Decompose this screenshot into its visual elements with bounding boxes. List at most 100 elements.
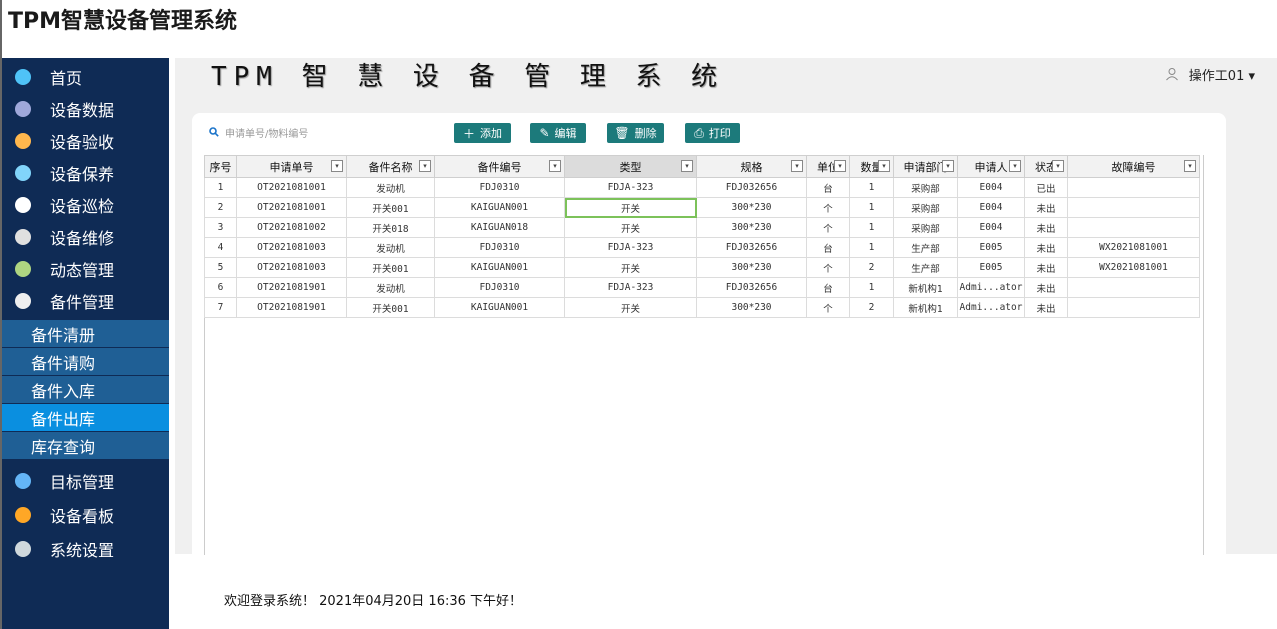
- table-cell[interactable]: OT2021081002: [236, 217, 347, 238]
- table-cell[interactable]: [1067, 277, 1200, 298]
- add-button[interactable]: ＋添加: [454, 123, 511, 143]
- filter-dropdown-icon[interactable]: ▾: [878, 160, 890, 172]
- table-cell[interactable]: 生产部: [893, 237, 958, 258]
- table-cell[interactable]: 生产部: [893, 257, 958, 278]
- table-cell[interactable]: KAIGUAN001: [434, 197, 565, 218]
- table-cell[interactable]: 采购部: [893, 197, 958, 218]
- table-cell[interactable]: 未出: [1024, 237, 1068, 258]
- table-cell[interactable]: 开关001: [346, 257, 435, 278]
- table-cell[interactable]: OT2021081003: [236, 237, 347, 258]
- table-cell[interactable]: 3: [204, 217, 237, 238]
- sidebar-subitem-4[interactable]: 备件出库: [2, 404, 169, 431]
- table-cell[interactable]: WX2021081001: [1067, 257, 1200, 278]
- sidebar-item-bottom-2[interactable]: 设备看板: [2, 499, 169, 530]
- table-cell[interactable]: 4: [204, 237, 237, 258]
- column-header[interactable]: 申请部门 ▾: [893, 155, 958, 178]
- table-cell[interactable]: 未出: [1024, 297, 1068, 318]
- table-row[interactable]: 3 OT2021081002 开关018 KAIGUAN018 开关 300*230 个 1 采…: [204, 217, 1200, 238]
- sidebar-subitem-5[interactable]: 库存查询: [2, 432, 169, 459]
- column-header[interactable]: 类型 ▾: [564, 155, 697, 178]
- table-cell[interactable]: OT2021081001: [236, 177, 347, 198]
- table-cell[interactable]: 发动机: [346, 177, 435, 198]
- table-cell[interactable]: 300*230: [696, 257, 807, 278]
- filter-dropdown-icon[interactable]: ▾: [791, 160, 803, 172]
- table-cell[interactable]: 新机构1: [893, 297, 958, 318]
- table-cell[interactable]: FDJ032656: [696, 237, 807, 258]
- sidebar-item-1[interactable]: 首页: [2, 61, 169, 92]
- table-cell[interactable]: Admi...ator: [957, 297, 1025, 318]
- table-cell[interactable]: 5: [204, 257, 237, 278]
- table-cell[interactable]: 开关: [564, 257, 697, 278]
- filter-dropdown-icon[interactable]: ▾: [942, 160, 954, 172]
- table-cell[interactable]: [1067, 217, 1200, 238]
- table-cell[interactable]: OT2021081003: [236, 257, 347, 278]
- table-cell[interactable]: FDJA-323: [564, 177, 697, 198]
- table-cell[interactable]: KAIGUAN001: [434, 297, 565, 318]
- sidebar-item-bottom-1[interactable]: 目标管理: [2, 465, 169, 496]
- table-cell[interactable]: E004: [957, 197, 1025, 218]
- table-cell[interactable]: WX2021081001: [1067, 237, 1200, 258]
- table-cell[interactable]: E004: [957, 217, 1025, 238]
- column-header[interactable]: 备件名称 ▾: [346, 155, 435, 178]
- table-cell[interactable]: 2: [849, 297, 894, 318]
- table-cell[interactable]: 1: [849, 237, 894, 258]
- table-cell[interactable]: 开关001: [346, 197, 435, 218]
- table-row[interactable]: 7 OT2021081901 开关001 KAIGUAN001 开关 300*230 个 2 新…: [204, 297, 1200, 318]
- table-cell[interactable]: 开关001: [346, 297, 435, 318]
- table-cell[interactable]: 1: [849, 277, 894, 298]
- table-cell[interactable]: 300*230: [696, 217, 807, 238]
- table-cell[interactable]: E004: [957, 177, 1025, 198]
- table-cell[interactable]: FDJ032656: [696, 277, 807, 298]
- filter-dropdown-icon[interactable]: ▾: [549, 160, 561, 172]
- table-cell[interactable]: 台: [806, 277, 850, 298]
- table-cell[interactable]: 台: [806, 177, 850, 198]
- table-cell[interactable]: 采购部: [893, 217, 958, 238]
- sidebar-subitem-1[interactable]: 备件清册: [2, 320, 169, 347]
- table-cell[interactable]: 开关: [564, 217, 697, 238]
- table-cell[interactable]: 开关: [564, 297, 697, 318]
- delete-button[interactable]: 🗑 删除: [607, 123, 664, 143]
- table-cell[interactable]: Admi...ator: [957, 277, 1025, 298]
- column-header[interactable]: 申请单号 ▾: [236, 155, 347, 178]
- filter-dropdown-icon[interactable]: ▾: [419, 160, 431, 172]
- table-cell[interactable]: 个: [806, 297, 850, 318]
- table-cell[interactable]: 个: [806, 197, 850, 218]
- column-header[interactable]: 单位 ▾: [806, 155, 850, 178]
- column-header[interactable]: 序号: [204, 155, 237, 178]
- table-cell[interactable]: OT2021081901: [236, 277, 347, 298]
- sidebar-subitem-3[interactable]: 备件入库: [2, 376, 169, 403]
- table-cell[interactable]: 发动机: [346, 237, 435, 258]
- filter-dropdown-icon[interactable]: ▾: [1009, 160, 1021, 172]
- table-cell[interactable]: 1: [849, 197, 894, 218]
- table-cell[interactable]: 2: [204, 197, 237, 218]
- table-cell[interactable]: 未出: [1024, 257, 1068, 278]
- sidebar-item-5[interactable]: 设备巡检: [2, 189, 169, 220]
- table-row[interactable]: 1 OT2021081001 发动机 FDJ0310 FDJA-323 FDJ032656…: [204, 177, 1200, 198]
- table-row[interactable]: 4 OT2021081003 发动机 FDJ0310 FDJA-323 FDJ032656…: [204, 237, 1200, 258]
- sidebar-item-4[interactable]: 设备保养: [2, 157, 169, 188]
- table-cell[interactable]: 开关: [564, 197, 697, 218]
- table-cell[interactable]: 采购部: [893, 177, 958, 198]
- table-cell[interactable]: 发动机: [346, 277, 435, 298]
- table-cell[interactable]: [1067, 197, 1200, 218]
- table-cell[interactable]: 未出: [1024, 277, 1068, 298]
- table-cell[interactable]: E005: [957, 257, 1025, 278]
- column-header[interactable]: 申请人 ▾: [957, 155, 1025, 178]
- table-cell[interactable]: 6: [204, 277, 237, 298]
- filter-dropdown-icon[interactable]: ▾: [1184, 160, 1196, 172]
- sidebar-item-bottom-3[interactable]: 系统设置: [2, 533, 169, 564]
- table-cell[interactable]: KAIGUAN018: [434, 217, 565, 238]
- table-cell[interactable]: FDJA-323: [564, 237, 697, 258]
- table-cell[interactable]: 1: [849, 177, 894, 198]
- column-header[interactable]: 故障编号 ▾: [1067, 155, 1200, 178]
- table-row[interactable]: 2 OT2021081001 开关001 KAIGUAN001 开关 300*230 个 1 采…: [204, 197, 1200, 218]
- table-cell[interactable]: 个: [806, 217, 850, 238]
- filter-dropdown-icon[interactable]: ▾: [681, 160, 693, 172]
- table-cell[interactable]: 1: [204, 177, 237, 198]
- table-row[interactable]: 6 OT2021081901 发动机 FDJ0310 FDJA-323 FDJ032656…: [204, 277, 1200, 298]
- table-cell[interactable]: OT2021081001: [236, 197, 347, 218]
- table-cell[interactable]: FDJ0310: [434, 177, 565, 198]
- sidebar-item-3[interactable]: 设备验收: [2, 125, 169, 156]
- column-header[interactable]: 状态 ▾: [1024, 155, 1068, 178]
- column-header[interactable]: 数量 ▾: [849, 155, 894, 178]
